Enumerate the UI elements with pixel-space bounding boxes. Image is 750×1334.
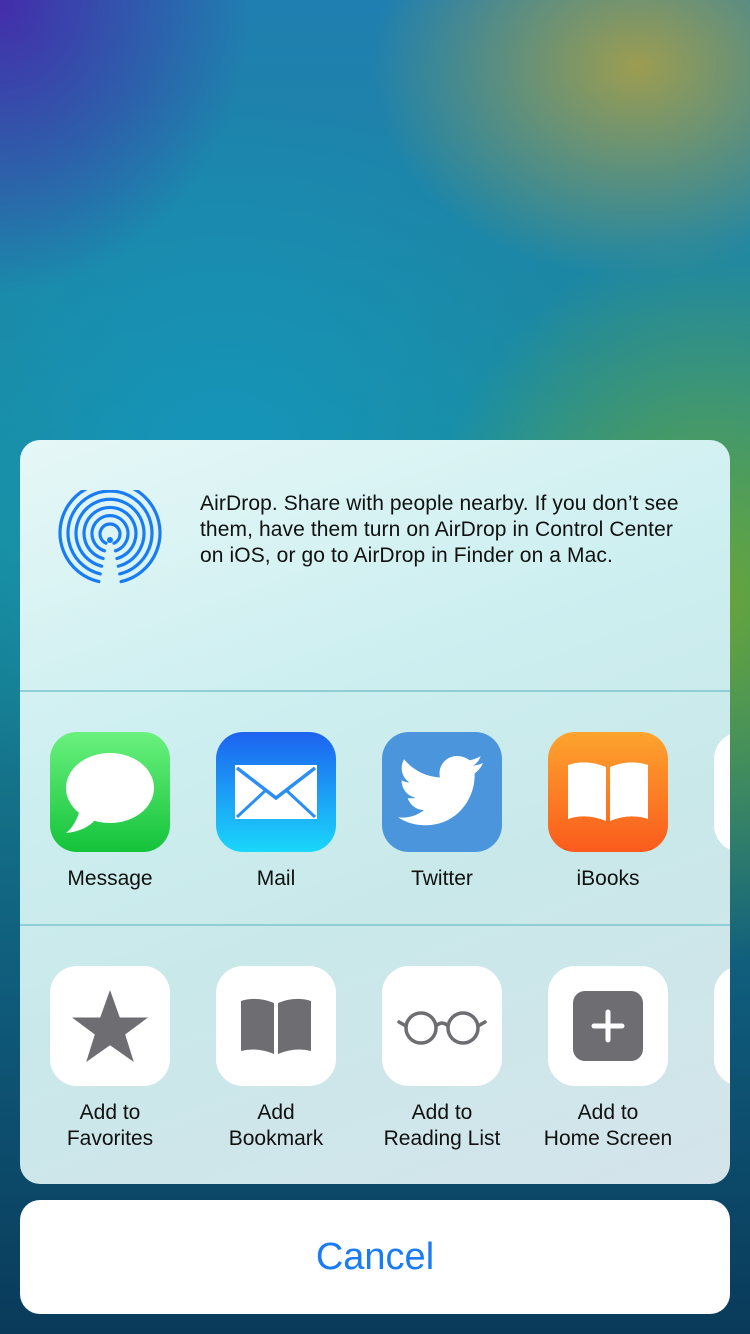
actions-row: Add to Favorites Add Bookmark Add to Rea… [20,926,730,1184]
twitter-icon [382,732,502,852]
action-label: Add Bookmark [228,1101,324,1150]
action-label: Add to Reading List [383,1101,501,1150]
more-actions-peek[interactable] [714,966,730,1086]
book-icon [216,966,336,1086]
share-sheet: AirDrop. Share with people nearby. If yo… [20,440,730,1184]
app-label: Mail [256,867,296,890]
action-add-to-home-screen[interactable]: Add to Home Screen [533,966,683,1152]
message-icon [50,732,170,852]
action-label: Add to Home Screen [543,1101,673,1150]
share-app-twitter[interactable]: Twitter [367,732,517,892]
share-app-mail[interactable]: Mail [201,732,351,892]
airdrop-section: AirDrop. Share with people nearby. If yo… [20,440,730,690]
glasses-icon [382,966,502,1086]
app-label: iBooks [576,867,640,890]
airdrop-description: AirDrop. Share with people nearby. If yo… [200,492,679,567]
plus-icon [548,966,668,1086]
more-apps-peek[interactable] [714,732,730,852]
action-add-to-favorites[interactable]: Add to Favorites [35,966,185,1152]
app-label: Twitter [411,867,473,890]
ibooks-icon [548,732,668,852]
share-app-message[interactable]: Message [35,732,185,892]
airdrop-icon [58,490,162,584]
share-app-ibooks[interactable]: iBooks [533,732,683,892]
action-add-bookmark[interactable]: Add Bookmark [201,966,351,1152]
cancel-button[interactable]: Cancel [20,1200,730,1314]
action-label: Add to Favorites [66,1101,154,1150]
app-label: Message [67,867,153,890]
star-icon [50,966,170,1086]
mail-icon [216,732,336,852]
action-add-to-reading-list[interactable]: Add to Reading List [367,966,517,1152]
apps-row: Message Mail Twitter iBooks [20,692,730,924]
